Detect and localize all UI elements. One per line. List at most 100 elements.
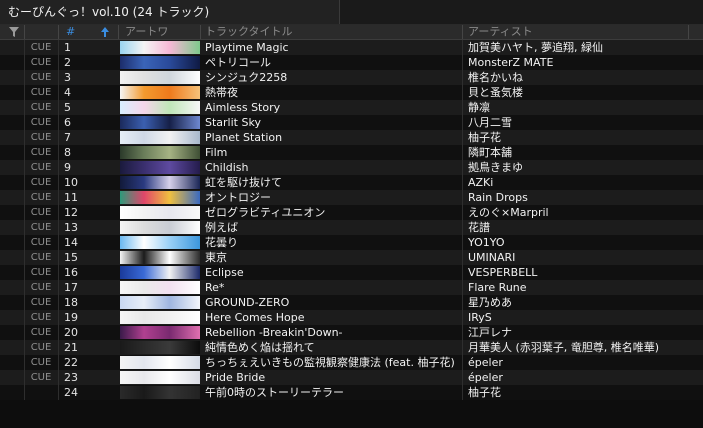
cue-button[interactable]: CUE (24, 85, 58, 100)
track-row[interactable]: CUE 16 Eclipse VESPERBELL (0, 265, 703, 280)
track-row[interactable]: CUE 8 Film 隣町本舗 (0, 145, 703, 160)
cue-button[interactable]: CUE (24, 325, 58, 340)
track-row[interactable]: CUE 19 Here Comes Hope IRyS (0, 310, 703, 325)
track-row[interactable]: CUE 22 ちっちぇえいきもの監視観察健康法 (feat. 柚子花) épeler (0, 355, 703, 370)
column-divider (462, 385, 463, 400)
track-row[interactable]: CUE 20 Rebellion -Breakin'Down- 江戸レナ (0, 325, 703, 340)
column-divider (58, 70, 59, 85)
track-number: 3 (64, 71, 71, 84)
column-divider (462, 235, 463, 250)
sort-up-arrow-icon[interactable] (100, 26, 110, 38)
track-row[interactable]: CUE 21 純情色めく焔は揺れて 月華美人 (赤羽葉子, 竜胆尊, 椎名唯華) (0, 340, 703, 355)
track-row[interactable]: CUE 15 東京 UMINARI (0, 250, 703, 265)
track-row[interactable]: CUE 6 Starlit Sky 八月二雪 (0, 115, 703, 130)
cue-button[interactable]: CUE (24, 55, 58, 70)
track-row[interactable]: CUE 14 花曇り YO1YO (0, 235, 703, 250)
track-artist: えのぐ×Marpril (468, 206, 549, 219)
cue-button[interactable]: CUE (24, 220, 58, 235)
cue-button[interactable]: CUE (24, 115, 58, 130)
track-number: 6 (64, 116, 71, 129)
track-artist: 隣町本舗 (468, 146, 512, 159)
track-row[interactable]: CUE 12 ゼログラビティユニオン えのぐ×Marpril (0, 205, 703, 220)
column-divider (58, 250, 59, 265)
track-artist: 星乃めあ (468, 296, 512, 309)
track-number: 9 (64, 161, 71, 174)
track-row[interactable]: 24 午前0時のストーリーテラー 柚子花 (0, 385, 703, 400)
track-row[interactable]: CUE 5 Aimless Story 静凛 (0, 100, 703, 115)
track-title: シンジュク2258 (205, 71, 288, 84)
column-divider (58, 310, 59, 325)
track-title: Film (205, 146, 228, 159)
cue-button[interactable]: CUE (24, 70, 58, 85)
column-divider (58, 340, 59, 355)
cue-button[interactable]: CUE (24, 355, 58, 370)
track-artist: 拠鳥きまゆ (468, 161, 523, 174)
track-number: 19 (64, 311, 78, 324)
cue-button[interactable]: CUE (24, 340, 58, 355)
column-divider (58, 355, 59, 370)
cue-button[interactable]: CUE (24, 310, 58, 325)
cue-button[interactable]: CUE (24, 160, 58, 175)
track-artwork (120, 326, 200, 339)
column-divider (58, 115, 59, 130)
track-row[interactable]: CUE 11 オントロジー Rain Drops (0, 190, 703, 205)
column-divider (58, 370, 59, 385)
cue-button[interactable]: CUE (24, 145, 58, 160)
cue-button[interactable]: CUE (24, 280, 58, 295)
column-divider (462, 250, 463, 265)
cue-button[interactable]: CUE (24, 190, 58, 205)
column-header-artist[interactable]: アーティスト (468, 25, 668, 39)
cue-button[interactable]: CUE (24, 295, 58, 310)
track-row[interactable]: CUE 13 例えば 花譜 (0, 220, 703, 235)
track-artwork (120, 56, 200, 69)
cue-button[interactable]: CUE (24, 40, 58, 55)
track-row[interactable]: CUE 9 Childish 拠鳥きまゆ (0, 160, 703, 175)
track-number: 14 (64, 236, 78, 249)
track-artwork (120, 131, 200, 144)
cue-button[interactable]: CUE (24, 250, 58, 265)
column-divider (58, 130, 59, 145)
column-divider (58, 280, 59, 295)
track-row[interactable]: CUE 10 虹を駆け抜けて AZKi (0, 175, 703, 190)
track-number: 2 (64, 56, 71, 69)
cue-button[interactable]: CUE (24, 205, 58, 220)
column-header-number[interactable]: # (66, 25, 86, 39)
track-row[interactable]: CUE 17 Re* Flare Rune (0, 280, 703, 295)
column-divider (58, 175, 59, 190)
track-row[interactable]: CUE 4 熱帯夜 貝と蚤気楼 (0, 85, 703, 100)
cue-button[interactable]: CUE (24, 175, 58, 190)
column-divider (58, 265, 59, 280)
track-title: Eclipse (205, 266, 244, 279)
column-header-title[interactable]: トラックタイトル (205, 25, 455, 39)
tab-bar: むーぴんぐっ！vol.10 (24 トラック) (0, 0, 703, 25)
filter-icon[interactable] (9, 27, 19, 37)
cue-button[interactable] (24, 385, 58, 400)
track-number: 12 (64, 206, 78, 219)
column-divider (462, 190, 463, 205)
column-divider (462, 145, 463, 160)
column-divider (462, 355, 463, 370)
track-title: GROUND-ZERO (205, 296, 290, 309)
tab-playlist[interactable]: むーぴんぐっ！vol.10 (24 トラック) (0, 0, 340, 24)
track-title: オントロジー (205, 191, 271, 204)
track-artist: Flare Rune (468, 281, 527, 294)
cue-button[interactable]: CUE (24, 100, 58, 115)
cue-button[interactable]: CUE (24, 370, 58, 385)
column-header-artwork[interactable]: アートワ (125, 25, 200, 39)
track-row[interactable]: CUE 3 シンジュク2258 椎名かいね (0, 70, 703, 85)
column-divider (462, 40, 463, 55)
track-row[interactable]: CUE 2 ペトリコール MonsterZ MATE (0, 55, 703, 70)
track-row[interactable]: CUE 7 Planet Station 柚子花 (0, 130, 703, 145)
cue-button[interactable]: CUE (24, 265, 58, 280)
track-artwork (120, 116, 200, 129)
track-artwork (120, 356, 200, 369)
track-artist: 江戸レナ (468, 326, 512, 339)
track-number: 5 (64, 101, 71, 114)
track-row[interactable]: CUE 1 Playtime Magic 加賀美ハヤト, 夢追翔, 緑仙 (0, 40, 703, 55)
track-row[interactable]: CUE 18 GROUND-ZERO 星乃めあ (0, 295, 703, 310)
track-title: 東京 (205, 251, 227, 264)
track-row[interactable]: CUE 23 Pride Bride épeler (0, 370, 703, 385)
column-divider (462, 25, 463, 39)
cue-button[interactable]: CUE (24, 235, 58, 250)
cue-button[interactable]: CUE (24, 130, 58, 145)
